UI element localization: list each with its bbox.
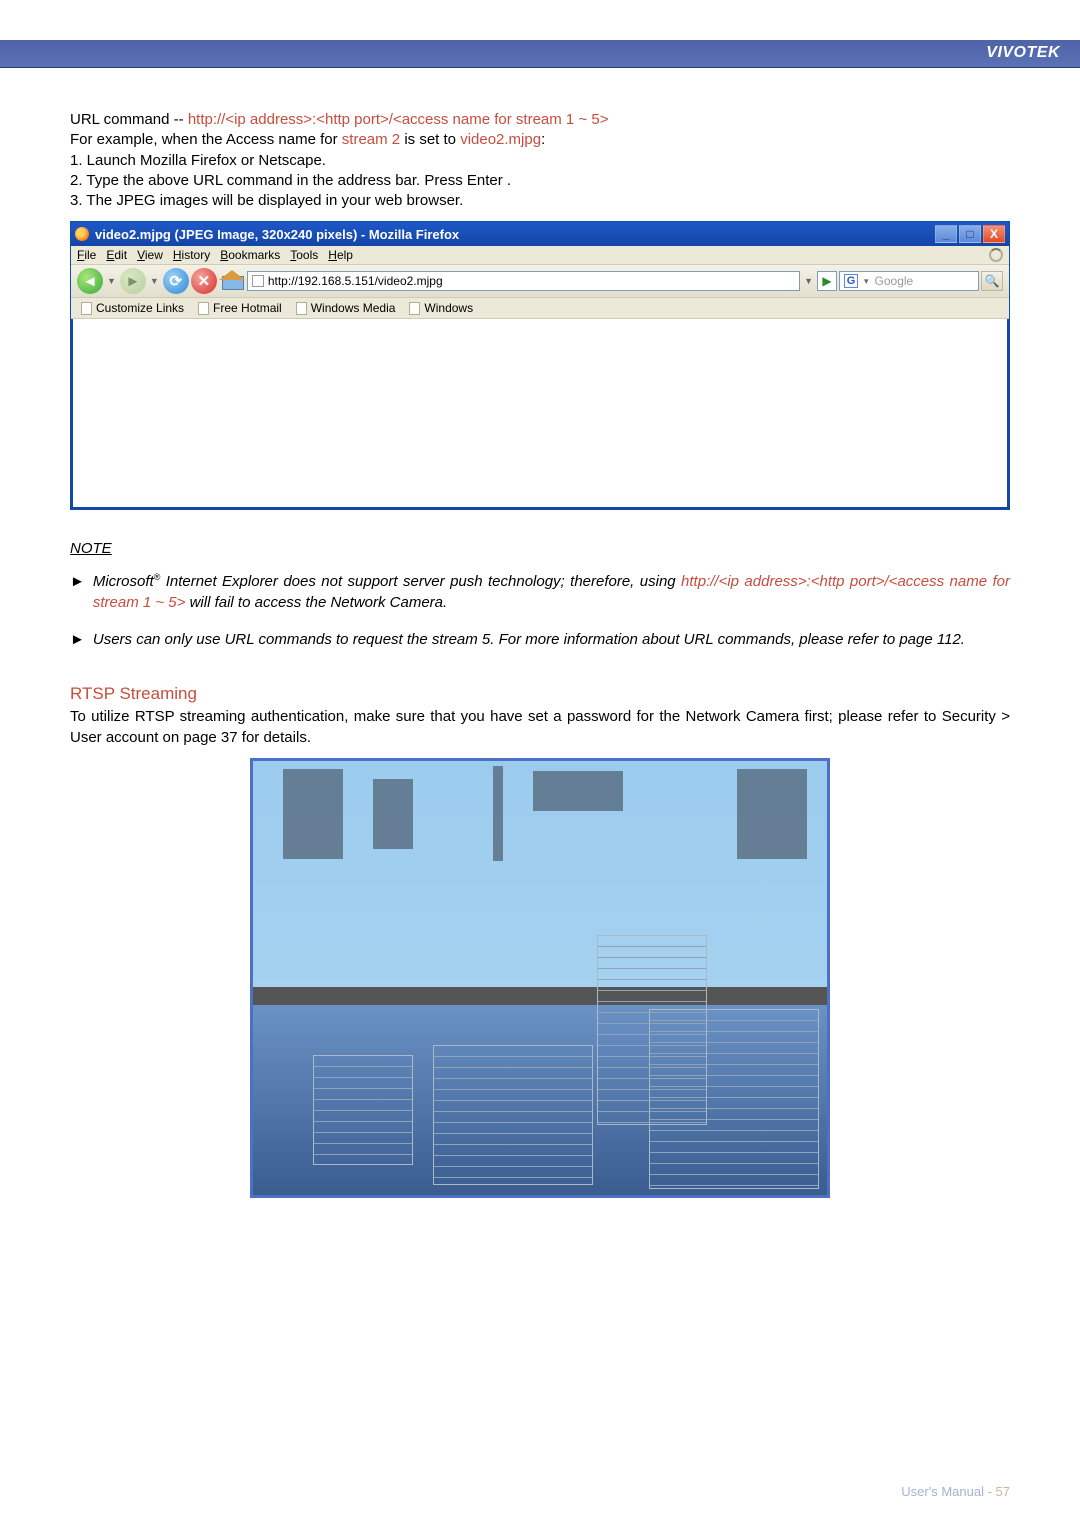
firefox-window: video2.mjpg (JPEG Image, 320x240 pixels)… xyxy=(70,221,1010,510)
bullet-icon: ► xyxy=(70,571,85,613)
throbber-icon xyxy=(989,248,1003,262)
address-dropdown-icon[interactable]: ▼ xyxy=(802,276,815,286)
menu-tools[interactable]: Tools xyxy=(290,248,318,262)
bookmark-windows[interactable]: Windows xyxy=(409,301,473,315)
rtsp-heading: RTSP Streaming xyxy=(70,684,1010,704)
search-submit-button[interactable]: 🔍 xyxy=(981,271,1003,291)
url-cmd-l2e: : xyxy=(541,131,545,148)
page-header-band: VIVOTEK xyxy=(0,40,1080,68)
address-bar-text: http://192.168.5.151/video2.mjpg xyxy=(268,274,443,288)
forward-button[interactable]: ► xyxy=(120,268,146,294)
menu-history[interactable]: History xyxy=(173,248,210,262)
note1-b: Internet Explorer does not support serve… xyxy=(160,573,681,590)
search-box[interactable]: G ▾ Google xyxy=(839,271,979,291)
page-icon xyxy=(198,302,209,315)
url-cmd-l2d: video2.mjpg xyxy=(460,131,541,148)
footer-label: User's Manual - xyxy=(901,1484,995,1499)
url-cmd-link: http://<ip address>:<http port>/<access … xyxy=(188,111,609,128)
home-button[interactable] xyxy=(219,270,245,292)
url-cmd-l2b: stream 2 xyxy=(342,131,400,148)
brand-label: VIVOTEK xyxy=(986,44,1060,62)
url-cmd-step3: 3. The JPEG images will be displayed in … xyxy=(70,192,463,209)
note-item-1: ► Microsoft® Internet Explorer does not … xyxy=(70,571,1010,613)
page-footer: User's Manual - 57 xyxy=(901,1484,1010,1499)
reload-button[interactable]: ⟳ xyxy=(163,268,189,294)
address-bar[interactable]: http://192.168.5.151/video2.mjpg xyxy=(247,271,800,291)
back-dropdown-icon[interactable]: ▼ xyxy=(105,276,118,286)
bookmark-label: Windows Media xyxy=(311,301,396,315)
window-minimize-button[interactable]: _ xyxy=(935,225,957,243)
url-cmd-l2a: For example, when the Access name for xyxy=(70,131,342,148)
url-cmd-pre: URL command -- xyxy=(70,111,188,128)
bookmark-label: Windows xyxy=(424,301,473,315)
bookmark-label: Free Hotmail xyxy=(213,301,282,315)
note1-a: Microsoft xyxy=(93,573,154,590)
bookmark-label: Customize Links xyxy=(96,301,184,315)
firefox-icon xyxy=(75,227,89,241)
menu-bookmarks[interactable]: Bookmarks xyxy=(220,248,280,262)
menu-view[interactable]: View xyxy=(137,248,163,262)
google-icon: G xyxy=(844,274,858,288)
menu-help[interactable]: Help xyxy=(328,248,353,262)
url-cmd-l2c: is set to xyxy=(400,131,460,148)
firefox-content-area xyxy=(71,319,1009,509)
window-maximize-button[interactable]: □ xyxy=(959,225,981,243)
url-cmd-step1: 1. Launch Mozilla Firefox or Netscape. xyxy=(70,152,326,169)
forward-dropdown-icon[interactable]: ▼ xyxy=(148,276,161,286)
bookmark-free-hotmail[interactable]: Free Hotmail xyxy=(198,301,282,315)
go-button[interactable]: ▶ xyxy=(817,271,837,291)
page-icon xyxy=(81,302,92,315)
firefox-title: video2.mjpg (JPEG Image, 320x240 pixels)… xyxy=(95,227,459,242)
window-close-button[interactable]: X xyxy=(983,225,1005,243)
favicon-icon xyxy=(252,275,264,287)
note1-d: will fail to access the Network Camera. xyxy=(185,594,447,611)
search-engine-dropdown-icon[interactable]: ▾ xyxy=(862,276,871,287)
search-placeholder: Google xyxy=(875,274,914,288)
bookmark-customize-links[interactable]: Customize Links xyxy=(81,301,184,315)
url-command-block: URL command -- http://<ip address>:<http… xyxy=(70,110,1010,211)
menu-file[interactable]: File xyxy=(77,248,96,262)
back-button[interactable]: ◄ xyxy=(77,268,103,294)
bookmark-windows-media[interactable]: Windows Media xyxy=(296,301,396,315)
bookmarks-toolbar: Customize Links Free Hotmail Windows Med… xyxy=(71,298,1009,319)
menu-edit[interactable]: Edit xyxy=(106,248,127,262)
rtsp-paragraph: To utilize RTSP streaming authentication… xyxy=(70,706,1010,748)
firefox-titlebar[interactable]: video2.mjpg (JPEG Image, 320x240 pixels)… xyxy=(71,222,1009,246)
page-icon xyxy=(296,302,307,315)
footer-page-number: 57 xyxy=(996,1484,1010,1499)
bullet-icon: ► xyxy=(70,629,85,650)
stop-button[interactable]: ✕ xyxy=(191,268,217,294)
firefox-toolbar: ◄ ▼ ► ▼ ⟳ ✕ http://192.168.5.151/video2.… xyxy=(71,265,1009,298)
rtsp-video-preview xyxy=(250,758,830,1198)
note-list: ► Microsoft® Internet Explorer does not … xyxy=(70,571,1010,650)
note-item-2: ► Users can only use URL commands to req… xyxy=(70,629,1010,650)
note-heading: NOTE xyxy=(70,540,1010,557)
url-cmd-step2: 2. Type the above URL command in the add… xyxy=(70,172,511,189)
firefox-menubar: File Edit View History Bookmarks Tools H… xyxy=(71,246,1009,265)
note2-text: Users can only use URL commands to reque… xyxy=(93,629,965,650)
page-icon xyxy=(409,302,420,315)
